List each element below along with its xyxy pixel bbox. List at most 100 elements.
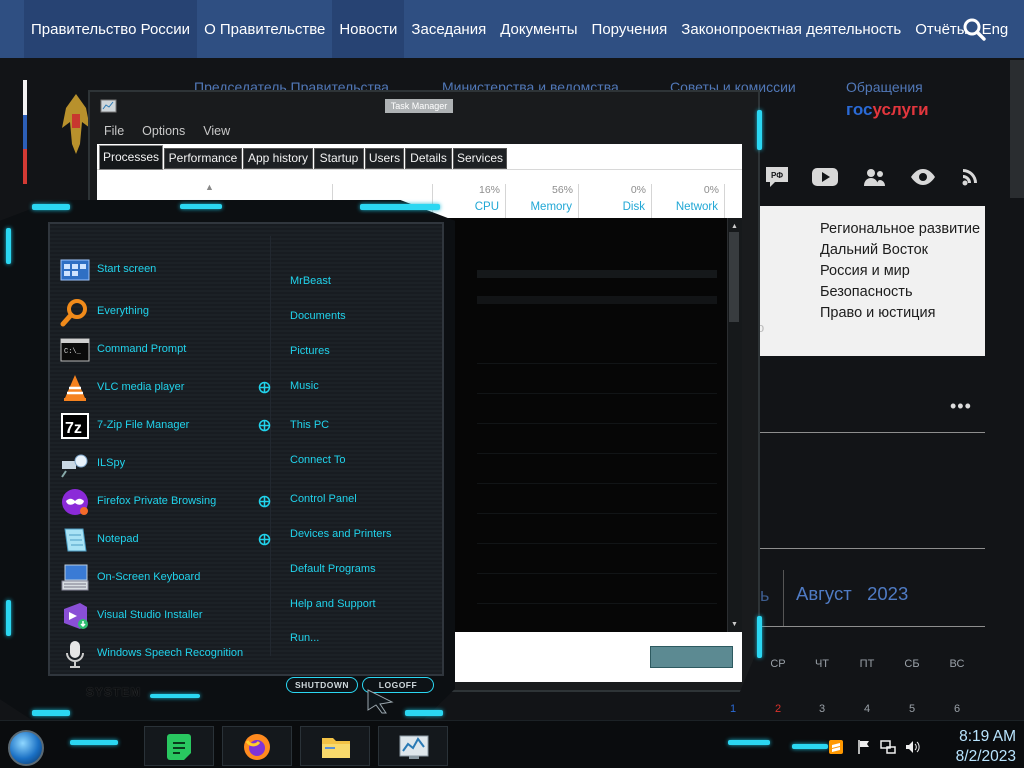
- window-title: Task Manager: [385, 99, 453, 113]
- menu-options[interactable]: Options: [142, 124, 185, 138]
- more-options-button[interactable]: •••: [950, 396, 972, 417]
- tab-app-history[interactable]: App history: [243, 148, 313, 169]
- rss-icon[interactable]: [956, 164, 986, 190]
- frame-accent: [360, 204, 440, 210]
- nav-item-meetings[interactable]: Заседания: [404, 0, 493, 58]
- program-start-screen[interactable]: Start screen: [97, 263, 156, 275]
- region-link[interactable]: Безопасность: [820, 284, 913, 300]
- program-everything[interactable]: Everything: [97, 305, 149, 317]
- program-command-prompt[interactable]: Command Prompt: [97, 343, 186, 355]
- tab-services[interactable]: Services: [453, 148, 507, 169]
- region-link[interactable]: Дальний Восток: [820, 242, 928, 258]
- program-ilspy[interactable]: ILSpy: [97, 457, 125, 469]
- nav-item-news[interactable]: Новости: [332, 0, 405, 58]
- place-documents[interactable]: Documents: [290, 310, 346, 322]
- place-music[interactable]: Music: [290, 380, 319, 392]
- calendar-month: Август: [796, 583, 852, 604]
- place-control-panel[interactable]: Control Panel: [290, 493, 357, 505]
- column-header-disk[interactable]: Disk: [570, 201, 645, 213]
- firefox-icon: [244, 734, 270, 760]
- menu-view[interactable]: View: [203, 124, 230, 138]
- place-default-programs[interactable]: Default Programs: [290, 563, 376, 575]
- calendar-day-today[interactable]: 2: [764, 703, 792, 715]
- firefox-private-icon: [62, 489, 88, 515]
- tab-performance[interactable]: Performance: [164, 148, 242, 169]
- divider: [757, 626, 985, 627]
- end-task-button[interactable]: [650, 646, 733, 668]
- onscreen-keyboard-icon: [61, 564, 89, 591]
- weekday-label: ЧТ: [814, 658, 830, 670]
- mouse-cursor-icon: [367, 689, 394, 714]
- eye-icon[interactable]: [908, 164, 938, 190]
- calendar-day[interactable]: 3: [808, 703, 836, 715]
- submenu-arrow-icon[interactable]: [258, 495, 271, 508]
- svg-text:РФ: РФ: [771, 171, 783, 180]
- nav-item-about[interactable]: О Правительстве: [197, 0, 332, 58]
- menu-file[interactable]: File: [104, 124, 124, 138]
- flag-tray-icon[interactable]: [856, 739, 872, 755]
- place-pictures[interactable]: Pictures: [290, 345, 330, 357]
- calendar-day[interactable]: 5: [898, 703, 926, 715]
- youtube-icon[interactable]: [810, 164, 840, 190]
- tab-users[interactable]: Users: [365, 148, 404, 169]
- calendar-month-year[interactable]: Август 2023: [796, 583, 908, 605]
- scroll-up-button[interactable]: ▲: [729, 221, 740, 232]
- tab-startup[interactable]: Startup: [314, 148, 364, 169]
- coat-of-arms-icon: [62, 94, 90, 154]
- submenu-arrow-icon[interactable]: [258, 533, 271, 546]
- calendar-bleed-text: ь: [760, 585, 770, 605]
- start-button[interactable]: [8, 730, 44, 766]
- rf-social-icon[interactable]: РФ: [762, 164, 792, 190]
- calendar-day[interactable]: 4: [853, 703, 881, 715]
- place-user-folder[interactable]: MrBeast: [290, 275, 331, 287]
- frame-accent: [150, 694, 200, 698]
- calendar-day[interactable]: 6: [943, 703, 971, 715]
- place-help-support[interactable]: Help and Support: [290, 598, 376, 610]
- clock[interactable]: 8:19 AM 8/2/2023: [936, 727, 1016, 767]
- page-scrollbar[interactable]: [1010, 60, 1024, 198]
- tab-details[interactable]: Details: [405, 148, 452, 169]
- place-devices-printers[interactable]: Devices and Printers: [290, 528, 392, 540]
- scroll-down-button[interactable]: ▼: [729, 619, 740, 630]
- volume-tray-icon[interactable]: [904, 739, 920, 755]
- disk-percent: 0%: [630, 184, 646, 196]
- place-this-pc[interactable]: This PC: [290, 419, 329, 431]
- frame-accent: [728, 740, 770, 745]
- region-link[interactable]: Россия и мир: [820, 263, 910, 279]
- place-run[interactable]: Run...: [290, 632, 319, 644]
- nav-item-instructions[interactable]: Поручения: [585, 0, 675, 58]
- shutdown-button[interactable]: SHUTDOWN: [286, 677, 358, 693]
- calendar-year: 2023: [867, 583, 909, 604]
- community-icon[interactable]: [860, 164, 890, 190]
- sublime-tray-icon[interactable]: [828, 739, 844, 755]
- tab-processes[interactable]: Processes: [99, 145, 163, 170]
- program-vs-installer[interactable]: Visual Studio Installer: [97, 609, 203, 621]
- region-link[interactable]: Региональное развитие: [820, 221, 980, 237]
- sort-arrow-icon[interactable]: ▲: [205, 182, 214, 192]
- column-header-network[interactable]: Network: [643, 201, 718, 213]
- divider: [783, 570, 784, 626]
- nav-item-legislation[interactable]: Законопроектная деятельность: [674, 0, 908, 58]
- column-divider: [270, 236, 271, 656]
- program-firefox-private[interactable]: Firefox Private Browsing: [97, 495, 216, 507]
- program-7zip[interactable]: 7-Zip File Manager: [97, 419, 189, 431]
- calendar-day[interactable]: 1: [719, 703, 747, 715]
- memory-percent: 56%: [551, 184, 573, 196]
- program-vlc[interactable]: VLC media player: [97, 381, 184, 393]
- program-notepad[interactable]: Notepad: [97, 533, 139, 545]
- submenu-arrow-icon[interactable]: [258, 381, 271, 394]
- scrollbar-thumb[interactable]: [729, 232, 739, 322]
- network-tray-icon[interactable]: [880, 739, 896, 755]
- notepad-icon: [64, 528, 87, 552]
- region-link[interactable]: Право и юстиция: [820, 305, 935, 321]
- subnav-appeals[interactable]: Обращения: [846, 79, 923, 95]
- column-header-memory[interactable]: Memory: [497, 201, 572, 213]
- gosuslugi-logo[interactable]: госуслуги: [846, 100, 929, 120]
- nav-item-documents[interactable]: Документы: [493, 0, 584, 58]
- submenu-arrow-icon[interactable]: [258, 419, 271, 432]
- program-speech-recognition[interactable]: Windows Speech Recognition: [97, 647, 243, 659]
- program-onscreen-keyboard[interactable]: On-Screen Keyboard: [97, 571, 200, 583]
- place-connect-to[interactable]: Connect To: [290, 454, 345, 466]
- nav-item-government[interactable]: Правительство России: [24, 0, 198, 58]
- search-icon[interactable]: [962, 17, 986, 41]
